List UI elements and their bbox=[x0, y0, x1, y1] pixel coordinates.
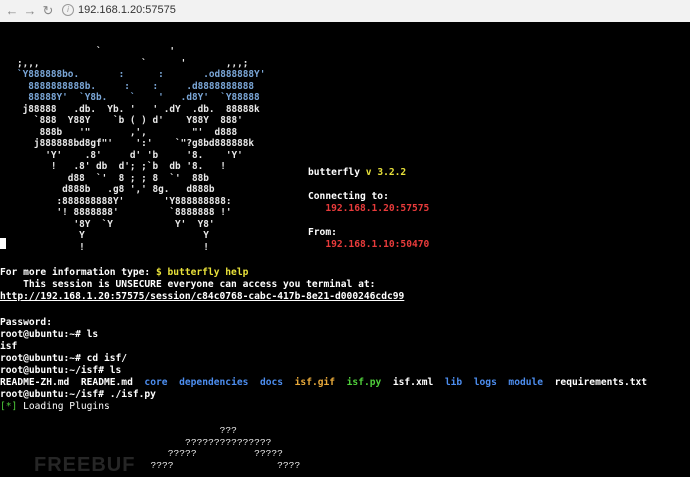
ascii-line: 888b '" ,', "' d888 bbox=[17, 126, 238, 138]
qart-line: ???? ???? bbox=[139, 459, 301, 471]
ascii-line: '8Y `Y Y' Y8' bbox=[17, 218, 215, 230]
ascii-line: 'Y' .8' d' 'b '8. 'Y' bbox=[17, 149, 243, 161]
qart-line: ??????????????? bbox=[139, 436, 272, 448]
file-entry: README-ZH.md bbox=[0, 377, 70, 388]
ascii-line: d88 `' 8 ; ; 8 `' 88b bbox=[17, 172, 209, 184]
app-version: v 3.2.2 bbox=[365, 167, 407, 178]
file-entry: logs bbox=[473, 377, 497, 388]
question-mark-art: ??? ??????????????? ????? ????? ???? ???… bbox=[139, 425, 301, 471]
connection-info: butterfly v 3.2.2 Connecting to: 192.168… bbox=[308, 167, 429, 251]
reload-icon[interactable]: ↻ bbox=[40, 3, 56, 19]
ascii-line: j88888 .db. Yb. ' ' .dY .db. 88888k bbox=[17, 103, 260, 115]
ascii-line: j888888bd8gf"' ':' `"?g8bd888888k bbox=[17, 138, 255, 149]
from-label: From: bbox=[308, 227, 337, 238]
ascii-line: d888b .g8 ',' 8g. d888b bbox=[17, 184, 215, 195]
file-entry: core bbox=[144, 377, 168, 388]
ascii-line: 88888Y' `Y8b. ` ' .d8Y' `Y88888 bbox=[17, 92, 260, 103]
app-name: butterfly bbox=[308, 167, 360, 178]
file-entry: isf.xml bbox=[392, 377, 434, 388]
from-address: 192.168.1.10:50470 bbox=[325, 239, 430, 250]
prompt-ls-isf: root@ubuntu:~/isf# ls bbox=[0, 365, 122, 376]
help-prefix: For more information type: bbox=[0, 267, 156, 278]
prompt-cd: root@ubuntu:~# cd isf/ bbox=[0, 353, 128, 364]
connecting-label: Connecting to: bbox=[308, 191, 389, 202]
file-entry: docs bbox=[259, 377, 284, 388]
ascii-line: '! 8888888' `8888888 !' bbox=[17, 207, 232, 218]
ls-output: isf bbox=[0, 341, 18, 352]
forward-icon[interactable]: → bbox=[22, 3, 38, 19]
file-listing: README-ZH.md README.md core dependencies… bbox=[0, 377, 647, 389]
session-url[interactable]: http://192.168.1.20:57575/session/c84c07… bbox=[0, 291, 404, 303]
address-text: 192.168.1.20:57575 bbox=[78, 4, 176, 16]
address-bar[interactable]: i 192.168.1.20:57575 bbox=[62, 2, 362, 18]
ascii-line: 8888888888b. : : .d8888888888 bbox=[17, 80, 255, 92]
unsecure-warning: This session is UNSECURE everyone can ac… bbox=[0, 279, 376, 290]
file-entry: requirements.txt bbox=[554, 377, 648, 388]
help-line: For more information type: $ butterfly h… bbox=[0, 267, 248, 279]
ascii-line: `Y888888bo. : : .od888888Y' bbox=[17, 69, 266, 80]
browser-toolbar: ← → ↻ i 192.168.1.20:57575 bbox=[0, 0, 690, 23]
info-icon[interactable]: i bbox=[62, 4, 74, 17]
watermark: FREEBUF bbox=[34, 454, 136, 476]
ascii-line: ! .8' db d'; ;`b db '8. ! bbox=[17, 161, 226, 172]
terminal-cursor bbox=[0, 238, 6, 249]
ascii-line: :888888888Y' 'Y888888888: bbox=[17, 195, 232, 207]
loading-text: Loading Plugins bbox=[17, 401, 110, 412]
ascii-line: ` ' bbox=[17, 46, 176, 57]
terminal-view[interactable]: ` ' ;,,, ` ' ,,,; `Y888888bo. : : .od888… bbox=[0, 22, 690, 476]
butterfly-ascii-art: ` ' ;,,, ` ' ,,,; `Y888888bo. : : .od888… bbox=[17, 46, 265, 253]
file-entry: module bbox=[508, 377, 544, 388]
file-entry: isf.gif bbox=[294, 377, 336, 388]
loading-tag: [*] bbox=[0, 401, 18, 412]
file-entry: lib bbox=[444, 377, 463, 388]
ascii-line: ;,,, ` ' ,,,; bbox=[17, 57, 249, 69]
prompt-ls: root@ubuntu:~# ls bbox=[0, 329, 99, 340]
ascii-line: Y Y bbox=[17, 230, 209, 241]
qart-line: ????? ????? bbox=[139, 448, 283, 459]
ascii-line: ! ! bbox=[17, 241, 209, 253]
prompt-run: root@ubuntu:~/isf# ./isf.py bbox=[0, 389, 156, 400]
loading-line: [*] Loading Plugins bbox=[0, 401, 110, 413]
password-prompt: Password: bbox=[0, 317, 52, 328]
file-entry: isf.py bbox=[346, 377, 382, 388]
help-command: $ butterfly help bbox=[155, 267, 249, 278]
file-entry: README.md bbox=[80, 377, 133, 388]
ascii-line: `888 Y88Y `b ( ) d' Y88Y 888' bbox=[17, 115, 243, 126]
connecting-address: 192.168.1.20:57575 bbox=[325, 203, 430, 214]
file-entry: dependencies bbox=[179, 377, 249, 388]
back-icon[interactable]: ← bbox=[4, 3, 20, 19]
qart-line: ??? bbox=[139, 425, 237, 436]
